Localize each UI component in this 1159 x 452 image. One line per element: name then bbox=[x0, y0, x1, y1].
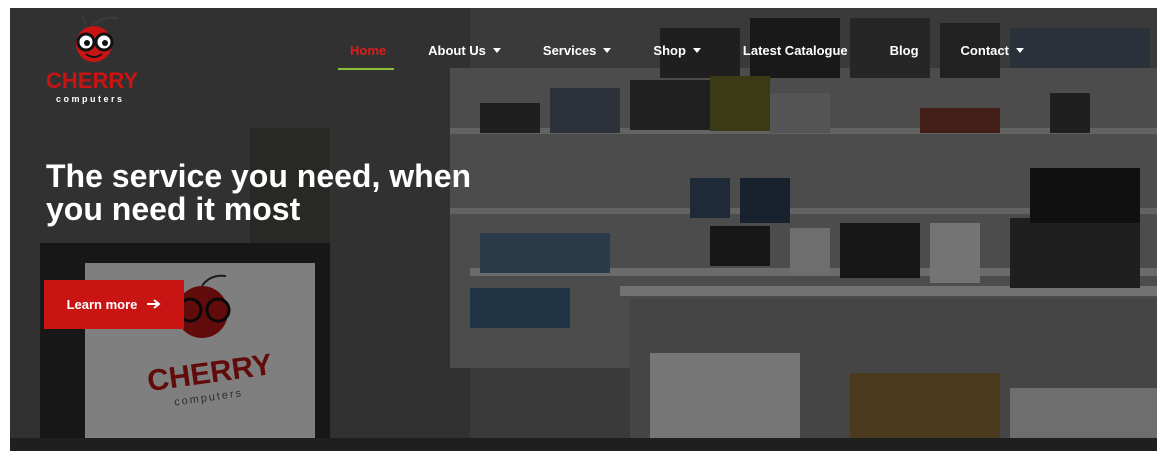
hero-dark-overlay bbox=[10, 8, 1157, 451]
nav-item-shop[interactable]: Shop bbox=[653, 43, 701, 58]
nav-item-label: Latest Catalogue bbox=[742, 42, 848, 58]
nav-item-latest-catalogue[interactable]: Latest Catalogue bbox=[743, 43, 848, 58]
nav-item-label: About Us bbox=[428, 42, 486, 58]
nav-item-contact[interactable]: Contact bbox=[961, 43, 1024, 58]
nav-item-label: Shop bbox=[653, 42, 686, 58]
learn-more-label: Learn more bbox=[66, 297, 138, 312]
learn-more-button[interactable]: Learn more bbox=[44, 280, 184, 329]
nav-item-blog[interactable]: Blog bbox=[890, 43, 919, 58]
chevron-down-icon bbox=[492, 47, 501, 53]
nav-item-services[interactable]: Services bbox=[543, 43, 612, 58]
hero-headline: The service you need, when you need it m… bbox=[46, 160, 566, 226]
hero-headline-line-2: you need it most bbox=[46, 191, 301, 227]
main-navigation: Home About Us Services Shop Latest Catal… bbox=[337, 38, 1024, 70]
logo-wordmark: CHERRY bbox=[46, 68, 138, 93]
hero-headline-line-1: The service you need, when bbox=[46, 158, 472, 194]
nav-item-home[interactable]: Home bbox=[337, 42, 395, 70]
chevron-down-icon bbox=[692, 47, 701, 53]
cherry-logo-icon: CHERRY computers bbox=[46, 15, 138, 104]
nav-item-label: Services bbox=[542, 42, 597, 58]
nav-item-label: Contact bbox=[960, 42, 1009, 58]
chevron-down-icon bbox=[1015, 47, 1024, 53]
hero-section: CHERRY computers CHERRY computers Home A… bbox=[10, 8, 1157, 451]
nav-item-label: Home bbox=[350, 42, 387, 58]
arrow-right-icon bbox=[147, 297, 162, 312]
logo-subtext: computers bbox=[56, 94, 125, 104]
nav-item-about-us[interactable]: About Us bbox=[428, 43, 501, 58]
site-logo[interactable]: CHERRY computers bbox=[42, 14, 152, 104]
nav-item-label: Blog bbox=[889, 42, 919, 58]
chevron-down-icon bbox=[603, 47, 612, 53]
